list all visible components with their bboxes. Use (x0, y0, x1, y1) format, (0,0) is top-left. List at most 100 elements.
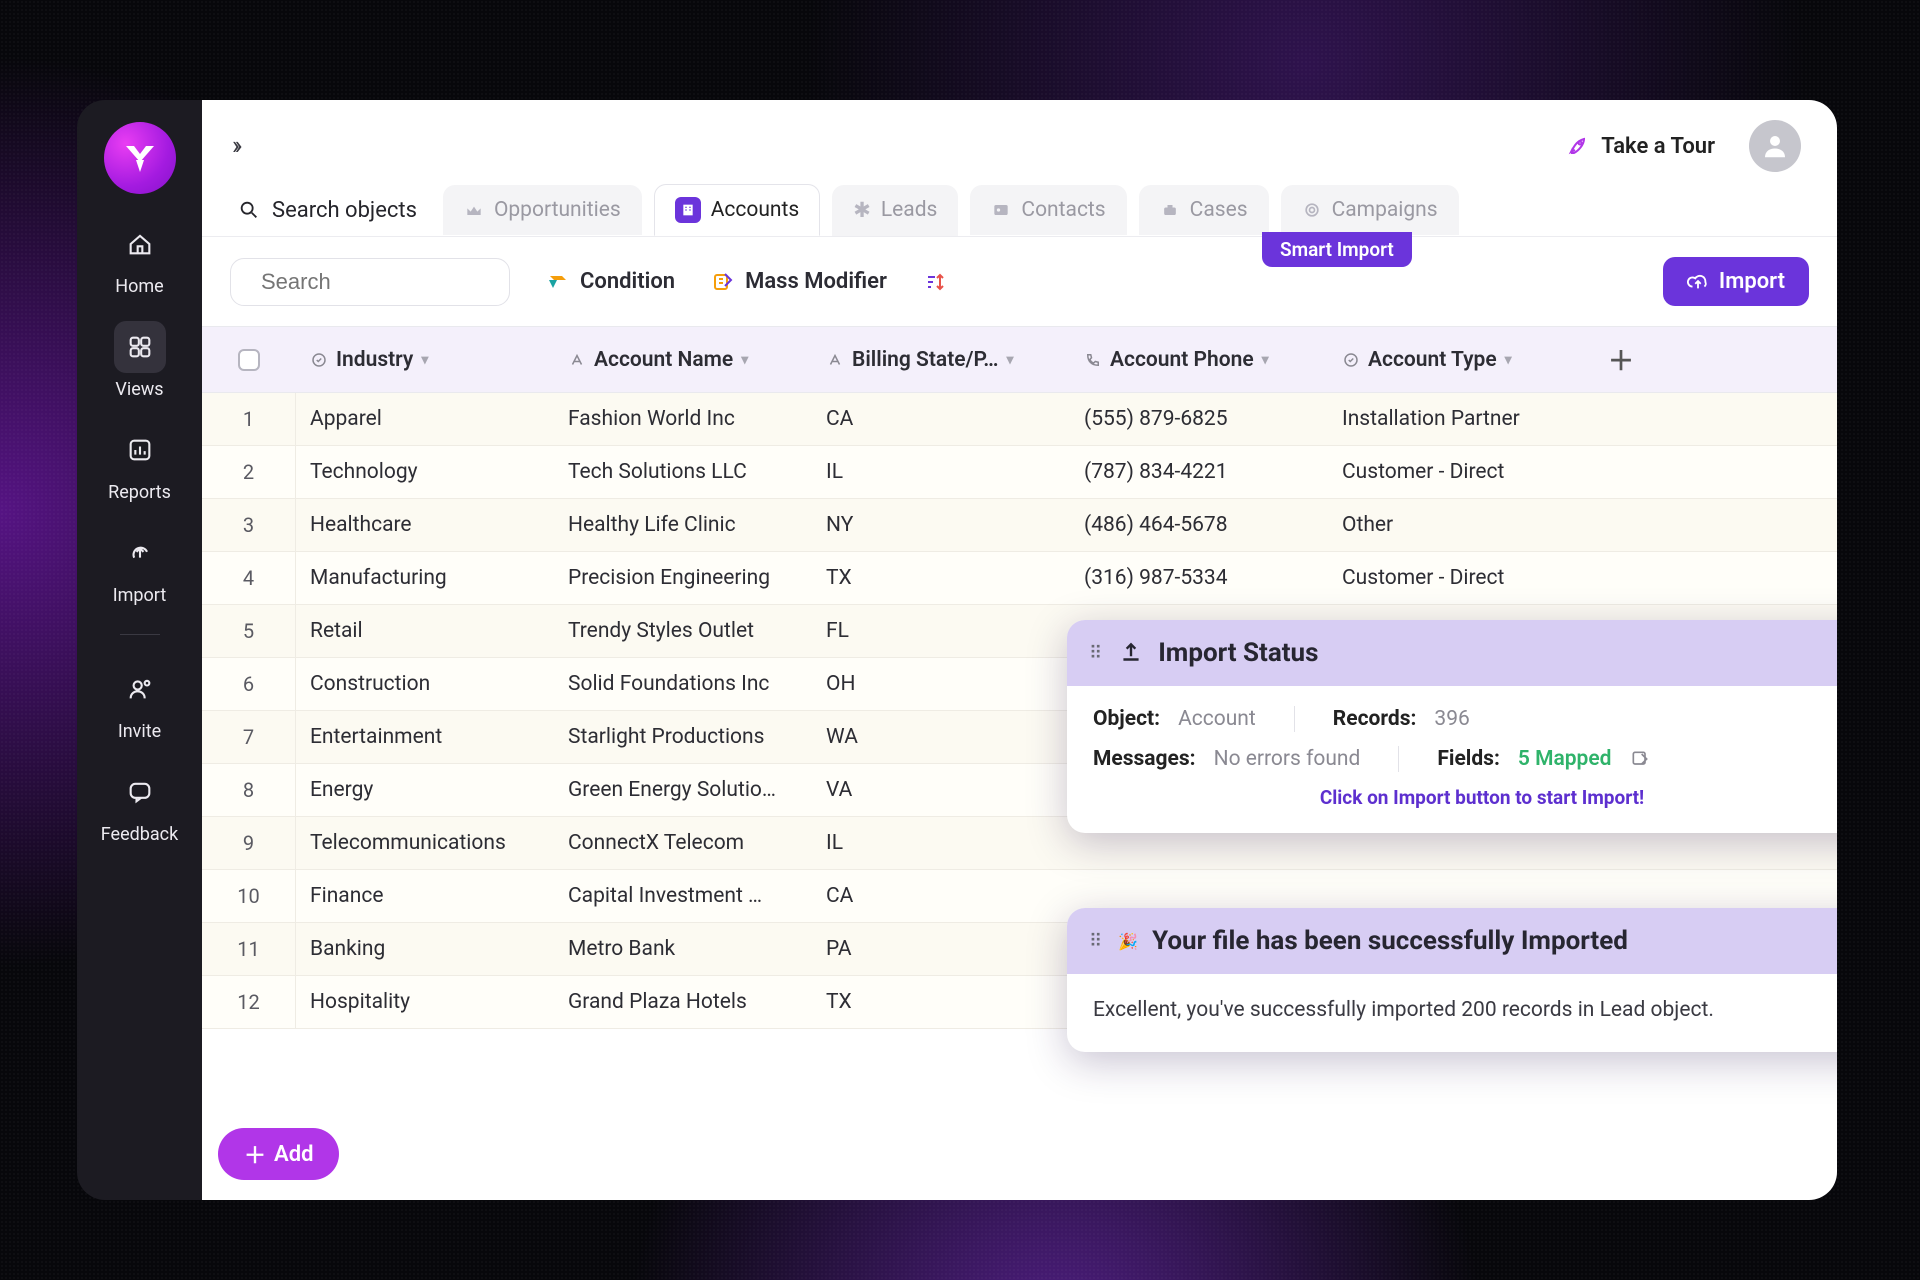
column-header-account-phone[interactable]: Account Phone▾ (1070, 327, 1328, 392)
sidebar-item-label: Reports (108, 482, 171, 503)
cell-billing-state: WA (812, 711, 1070, 763)
cell-industry: Apparel (296, 393, 554, 445)
cell-industry: Manufacturing (296, 552, 554, 604)
drag-handle-icon[interactable]: ⠿ (1089, 643, 1104, 664)
sidebar-item-invite[interactable]: Invite (77, 663, 202, 742)
sidebar-item-feedback[interactable]: Feedback (77, 766, 202, 845)
row-number: 6 (202, 658, 296, 710)
tab-leads[interactable]: ✱ Leads (832, 185, 958, 236)
cell-billing-state: PA (812, 923, 1070, 975)
upload-icon (1118, 640, 1144, 666)
cell-industry: Healthcare (296, 499, 554, 551)
sidebar-item-views[interactable]: Views (77, 321, 202, 400)
cell-billing-state: IL (812, 817, 1070, 869)
person-icon (1760, 131, 1790, 161)
column-header-billing-state[interactable]: Billing State/P…▾ (812, 327, 1070, 392)
import-button[interactable]: Import (1663, 257, 1809, 306)
table-row[interactable]: 3HealthcareHealthy Life ClinicNY(486) 46… (202, 499, 1837, 552)
row-number: 3 (202, 499, 296, 551)
column-header-account-name[interactable]: Account Name▾ (554, 327, 812, 392)
row-number: 1 (202, 393, 296, 445)
cell-industry: Banking (296, 923, 554, 975)
sidebar-item-reports[interactable]: Reports (77, 424, 202, 503)
cell-industry: Telecommunications (296, 817, 554, 869)
import-success-title: Your file has been successfully Imported (1152, 926, 1628, 956)
column-header-industry[interactable]: Industry▾ (296, 327, 554, 392)
sidebar-item-label: Import (113, 585, 166, 606)
sidebar-item-home[interactable]: Home (77, 218, 202, 297)
sidebar-item-label: Views (115, 379, 163, 400)
sort-tool[interactable] (923, 270, 947, 294)
party-icon: 🎉 (1118, 932, 1138, 951)
tab-accounts[interactable]: Accounts (654, 184, 821, 236)
tab-opportunities[interactable]: Opportunities (443, 185, 642, 235)
text-icon (826, 351, 844, 369)
mass-modifier-tool[interactable]: Mass Modifier (711, 269, 887, 294)
rocket-icon (1567, 134, 1591, 158)
row-number: 7 (202, 711, 296, 763)
search-objects[interactable]: Search objects (224, 188, 431, 233)
cell-account-name: Precision Engineering (554, 552, 812, 604)
column-header-account-type[interactable]: Account Type▾ (1328, 327, 1586, 392)
sidebar-item-label: Invite (118, 721, 161, 742)
plus-icon: ＋ (244, 1138, 266, 1170)
search-objects-label: Search objects (272, 198, 417, 223)
select-all-checkbox[interactable] (238, 349, 260, 371)
tab-label: Contacts (1021, 198, 1105, 222)
cell-account-name: Capital Investment … (554, 870, 812, 922)
tab-label: Cases (1190, 198, 1248, 222)
cell-billing-state: OH (812, 658, 1070, 710)
add-column-button[interactable]: ＋ (1586, 327, 1656, 392)
edit-icon[interactable] (1630, 749, 1650, 769)
cell-account-name: Metro Bank (554, 923, 812, 975)
cell-industry: Finance (296, 870, 554, 922)
table-row[interactable]: 4ManufacturingPrecision EngineeringTX(31… (202, 552, 1837, 605)
search-input[interactable] (261, 269, 549, 295)
import-success-body: Excellent, you've successfully imported … (1093, 998, 1714, 1022)
home-icon (126, 230, 154, 258)
cell-account-type: Customer - Direct (1328, 552, 1586, 604)
table-search[interactable] (230, 258, 510, 306)
condition-tool[interactable]: Condition (546, 269, 675, 294)
brand-logo (104, 122, 176, 194)
user-avatar[interactable] (1749, 120, 1801, 172)
cell-industry: Entertainment (296, 711, 554, 763)
cell-account-type: Customer - Direct (1328, 446, 1586, 498)
sort-icon (923, 270, 947, 294)
import-button-label: Import (1719, 269, 1785, 294)
crown-icon (464, 200, 484, 220)
building-icon (680, 202, 696, 218)
tab-campaigns[interactable]: Campaigns (1281, 185, 1459, 235)
cell-industry: Technology (296, 446, 554, 498)
cell-account-type: Other (1328, 499, 1586, 551)
table-row[interactable]: 2TechnologyTech Solutions LLCIL(787) 834… (202, 446, 1837, 499)
cell-account-name: Grand Plaza Hotels (554, 976, 812, 1028)
cell-account-phone: (486) 464-5678 (1070, 499, 1328, 551)
contact-icon (991, 200, 1011, 220)
take-tour-button[interactable]: Take a Tour (1567, 134, 1715, 159)
drag-handle-icon[interactable]: ⠿ (1089, 931, 1104, 952)
tab-contacts[interactable]: Contacts (970, 185, 1126, 235)
sidebar-item-import[interactable]: Import (77, 527, 202, 606)
cell-account-name: Trendy Styles Outlet (554, 605, 812, 657)
expand-sidebar-icon[interactable]: ›› (232, 131, 238, 161)
tab-label: Accounts (711, 198, 800, 222)
take-tour-label: Take a Tour (1601, 134, 1715, 159)
cell-industry: Hospitality (296, 976, 554, 1028)
import-icon (126, 539, 154, 567)
tab-label: Campaigns (1332, 198, 1438, 222)
row-number: 9 (202, 817, 296, 869)
row-number: 4 (202, 552, 296, 604)
row-number: 12 (202, 976, 296, 1028)
cell-billing-state: TX (812, 976, 1070, 1028)
cell-account-name: Green Energy Solutio… (554, 764, 812, 816)
row-number: 5 (202, 605, 296, 657)
text-icon (568, 351, 586, 369)
sidebar: Home Views Reports Import Invite Feedbac… (77, 100, 202, 1200)
add-row-button[interactable]: ＋ Add (218, 1128, 339, 1180)
cell-account-name: ConnectX Telecom (554, 817, 812, 869)
cell-billing-state: CA (812, 870, 1070, 922)
reports-icon (126, 436, 154, 464)
tab-cases[interactable]: Cases (1139, 185, 1269, 235)
table-row[interactable]: 1ApparelFashion World IncCA(555) 879-682… (202, 393, 1837, 446)
